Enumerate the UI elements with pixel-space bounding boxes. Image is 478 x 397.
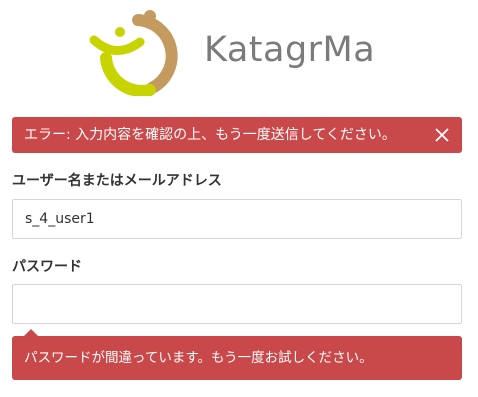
logo-mark-icon	[89, 10, 178, 96]
close-icon[interactable]	[434, 127, 450, 143]
login-page: KatagrMa エラー: 入力内容を確認の上、もう一度送信してください。 ユー…	[0, 0, 478, 397]
logo-wordmark: KatagrMa	[204, 30, 376, 70]
password-error-message: パスワードが間違っています。もう一度お試しください。	[24, 350, 373, 366]
site-logo[interactable]: KatagrMa	[0, 0, 478, 100]
username-input[interactable]	[12, 199, 462, 239]
error-alert-message: エラー: 入力内容を確認の上、もう一度送信してください。	[24, 127, 396, 143]
password-label: パスワード	[12, 259, 82, 275]
error-alert: エラー: 入力内容を確認の上、もう一度送信してください。	[12, 117, 462, 153]
tooltip-pointer	[24, 329, 38, 336]
username-label: ユーザー名またはメールアドレス	[12, 173, 222, 189]
password-input[interactable]	[12, 284, 462, 324]
password-error-tooltip: パスワードが間違っています。もう一度お試しください。	[12, 329, 462, 380]
